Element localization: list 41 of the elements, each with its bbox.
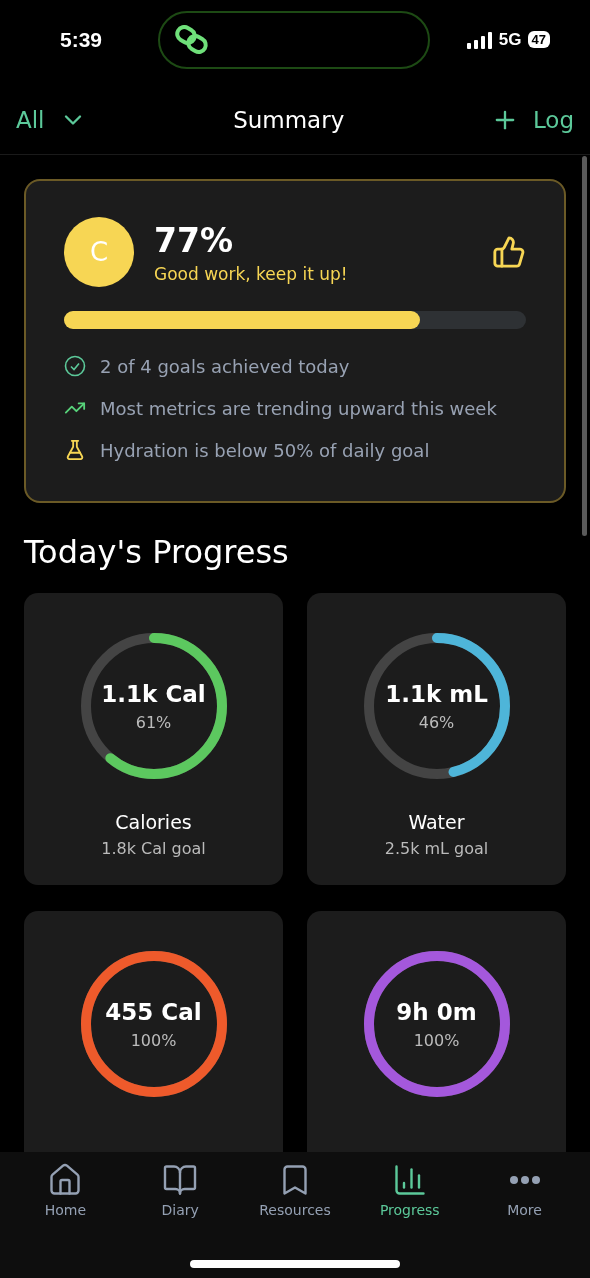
metric-card[interactable]: 455 Cal 100% xyxy=(24,911,283,1152)
book-icon xyxy=(162,1162,199,1198)
screen-title: Summary xyxy=(232,106,346,133)
log-button[interactable]: Log xyxy=(490,105,574,134)
metric-percent: 100% xyxy=(413,1030,460,1050)
score-percent: 77% xyxy=(154,220,234,260)
tab-item[interactable]: Progress xyxy=(352,1162,468,1218)
link-icon xyxy=(174,24,210,55)
avatar: C xyxy=(64,217,134,287)
network-label: 5G xyxy=(498,29,522,50)
section-heading: Today's Progress xyxy=(24,533,290,571)
insight-text: 2 of 4 goals achieved today xyxy=(100,355,350,377)
metric-percent: 61% xyxy=(135,712,172,732)
metric-value: 455 Cal xyxy=(105,998,202,1025)
metric-value: 9h 0m xyxy=(396,998,477,1025)
thumbs-up-icon xyxy=(492,235,526,269)
metric-card[interactable]: 1.1k mL 46% Water 2.5k mL goal xyxy=(307,593,566,885)
tab-item[interactable]: Resources xyxy=(237,1162,353,1218)
flask-icon xyxy=(64,439,86,461)
metric-goal: 2.5k mL goal xyxy=(384,839,489,858)
metric-card[interactable]: 1.1k Cal 61% Calories 1.8k Cal goal xyxy=(24,593,283,885)
filter-dropdown[interactable]: All xyxy=(16,105,87,134)
tab-item[interactable]: Diary xyxy=(122,1162,238,1218)
more-icon xyxy=(509,1176,540,1184)
metric-name: Water xyxy=(408,811,465,833)
metric-value: 1.1k mL xyxy=(385,680,488,707)
metric-value: 1.1k Cal xyxy=(101,680,206,707)
signal-icon xyxy=(466,30,493,49)
insight-text: Most metrics are trending upward this week xyxy=(100,397,497,419)
check-circle-icon xyxy=(64,355,86,377)
metric-name: Calories xyxy=(115,811,192,833)
metric-card[interactable]: 9h 0m 100% xyxy=(307,911,566,1152)
insight-text: Hydration is below 50% of daily goal xyxy=(100,439,430,461)
metric-percent: 46% xyxy=(418,712,455,732)
metric-goal: 1.8k Cal goal xyxy=(101,839,206,858)
tab-item[interactable]: More xyxy=(467,1162,582,1218)
tab-item[interactable]: Home xyxy=(8,1162,123,1218)
clock: 5:39 xyxy=(60,27,104,52)
metric-percent: 100% xyxy=(130,1030,177,1050)
battery-level: 47 xyxy=(527,31,550,48)
encouragement-text: Good work, keep it up! xyxy=(154,263,349,284)
